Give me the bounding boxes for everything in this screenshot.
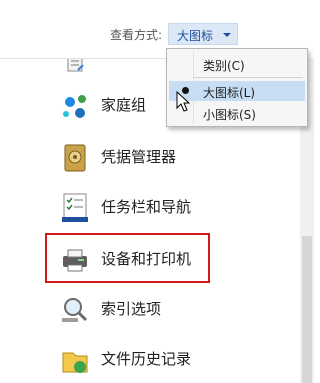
control-panel-icon — [67, 59, 84, 72]
view-by-value: 大图标 — [177, 29, 214, 43]
list-item-label: 任务栏和导航 — [101, 198, 192, 216]
list-item-label: 文件历史记录 — [101, 350, 192, 368]
list-item-credential-manager[interactable]: 凭据管理器 — [50, 137, 270, 177]
menu-item-label: 类别(C) — [203, 59, 245, 73]
list-item-taskbar-navigation[interactable]: 任务栏和导航 — [50, 187, 270, 227]
list-item-label: 设备和打印机 — [101, 250, 192, 268]
homegroup-icon — [63, 95, 86, 118]
taskbar-navigation-icon — [62, 193, 88, 222]
chevron-down-icon — [223, 33, 231, 37]
list-item-label: 凭据管理器 — [101, 148, 177, 166]
menu-separator — [193, 77, 303, 78]
list-item-label: 索引选项 — [101, 300, 162, 318]
credential-manager-icon — [64, 144, 86, 172]
list-item-indexing-options[interactable]: 索引选项 — [50, 289, 270, 329]
mouse-cursor-icon — [176, 91, 190, 112]
devices-printers-icon — [63, 249, 87, 272]
list-item-label: 家庭组 — [101, 96, 147, 114]
view-by-dropdown[interactable]: 大图标 — [168, 23, 238, 45]
menu-item-category[interactable]: 类别(C) — [169, 54, 305, 74]
list-item-file-history[interactable]: 文件历史记录 — [50, 339, 270, 379]
menu-item-label: 小图标(S) — [203, 108, 256, 122]
scrollbar-thumb[interactable] — [302, 236, 312, 383]
list-item-devices-printers[interactable]: 设备和打印机 — [50, 239, 270, 279]
view-by-menu: 类别(C) 大图标(L) 小图标(S) — [166, 48, 308, 127]
view-by-label: 查看方式: — [110, 28, 163, 42]
file-history-icon — [62, 352, 88, 373]
indexing-options-icon — [62, 298, 88, 322]
menu-item-label: 大图标(L) — [203, 86, 256, 100]
